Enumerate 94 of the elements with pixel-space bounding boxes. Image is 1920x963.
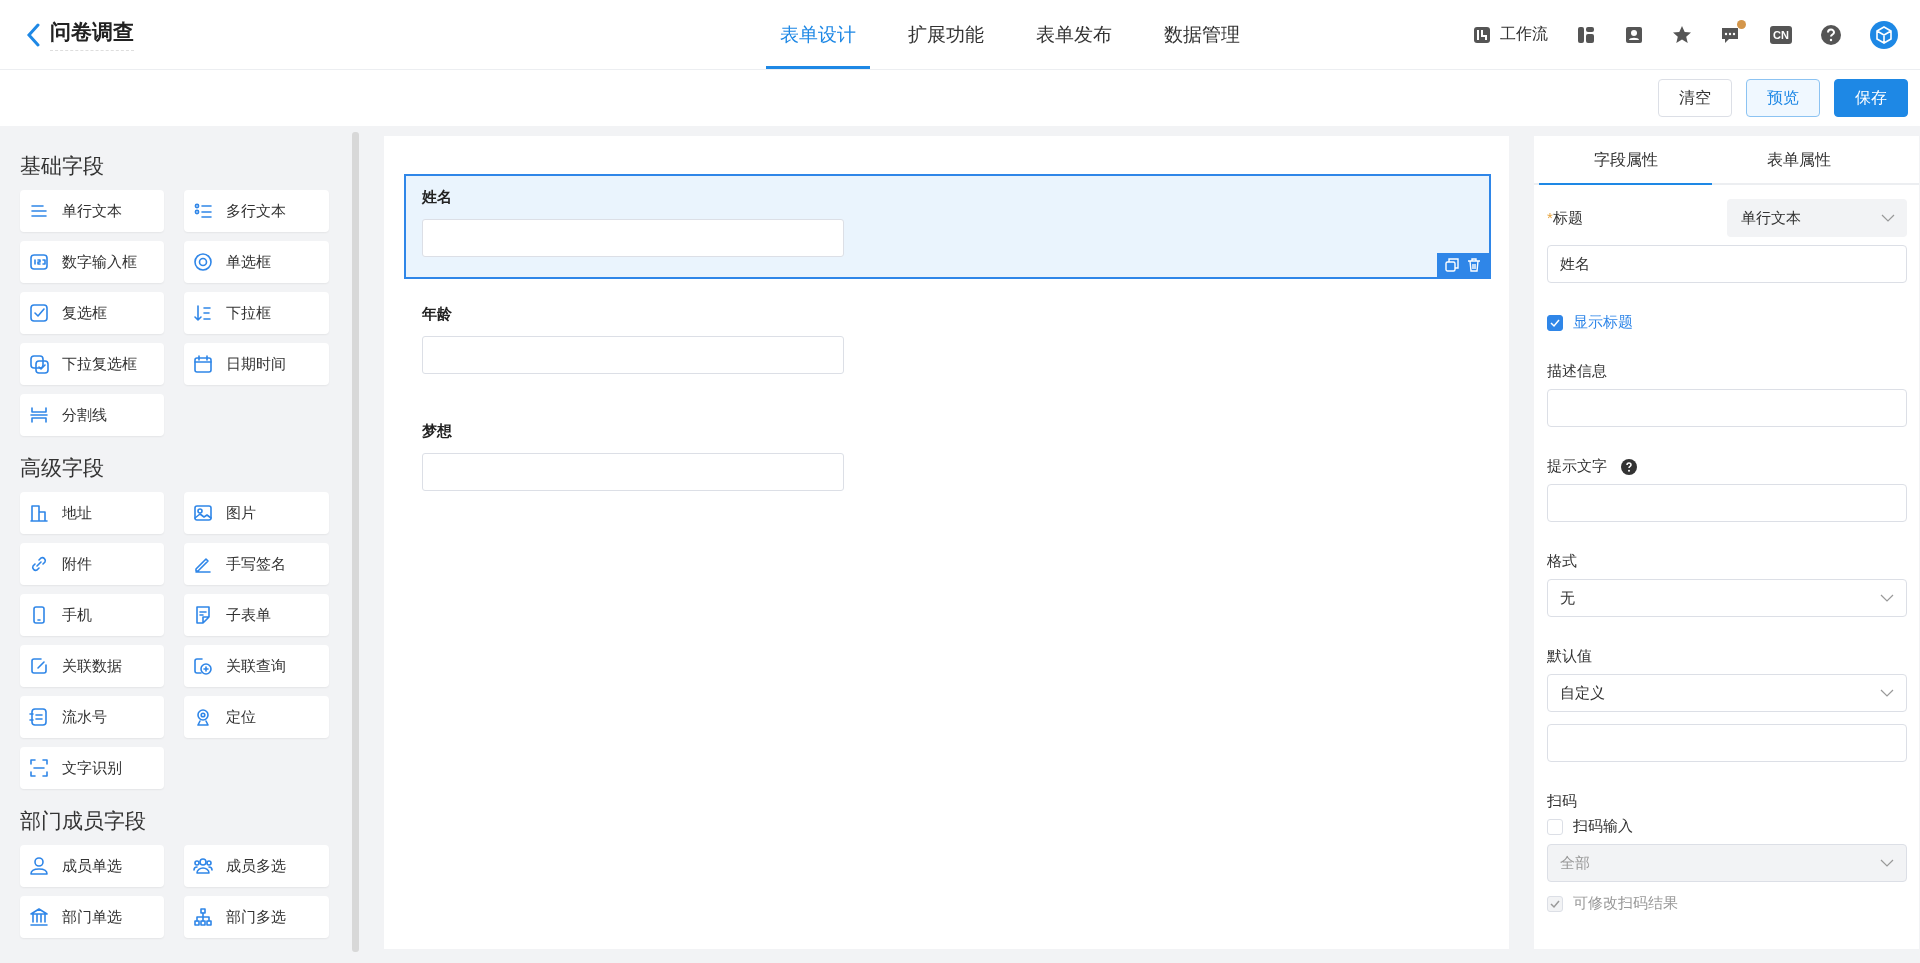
field-label: 扫码 bbox=[1547, 792, 1578, 811]
field-type-item[interactable]: 定位 bbox=[184, 696, 329, 738]
text-input-field[interactable] bbox=[422, 219, 844, 257]
field-type-item[interactable]: 关联查询 bbox=[184, 645, 329, 687]
field-type-item[interactable]: 部门单选 bbox=[20, 896, 164, 938]
description-input-field[interactable] bbox=[1547, 389, 1907, 427]
number-box-icon bbox=[28, 251, 50, 273]
chevron-down-icon bbox=[1880, 689, 1894, 697]
field-label: 描述信息 bbox=[1547, 362, 1608, 381]
field-type-item[interactable]: 部门多选 bbox=[184, 896, 329, 938]
property-tab[interactable]: 表单属性 bbox=[1712, 136, 1885, 185]
field-label: 提示文字 bbox=[1547, 457, 1607, 476]
form-field[interactable]: 姓名 bbox=[404, 174, 1491, 279]
users-icon bbox=[192, 855, 214, 877]
hint-input-field[interactable] bbox=[1547, 484, 1907, 522]
default-value-input-field[interactable] bbox=[1547, 724, 1907, 762]
copy-icon[interactable] bbox=[1445, 258, 1459, 272]
format-dropdown[interactable]: 无 bbox=[1547, 579, 1907, 617]
sort-icon bbox=[192, 302, 214, 324]
field-type-item[interactable]: 成员多选 bbox=[184, 845, 329, 887]
field-label: 默认值 bbox=[1547, 647, 1593, 666]
nav-tab[interactable]: 扩展功能 bbox=[894, 0, 998, 69]
workflow-link[interactable]: 工作流 bbox=[1472, 24, 1549, 45]
help-icon[interactable] bbox=[1820, 23, 1842, 46]
field-type-dropdown[interactable]: 单行文本 bbox=[1727, 199, 1907, 237]
org-chart-icon bbox=[192, 906, 214, 928]
cube-avatar-icon[interactable] bbox=[1870, 20, 1898, 49]
field-type-item[interactable]: 下拉复选框 bbox=[20, 343, 164, 385]
field-type-item[interactable]: 数字输入框 bbox=[20, 241, 164, 283]
field-type-item[interactable]: 流水号 bbox=[20, 696, 164, 738]
field-type-item[interactable]: 文字识别 bbox=[20, 747, 164, 789]
section-title: 基础字段 bbox=[20, 153, 105, 179]
star-icon[interactable] bbox=[1672, 24, 1693, 45]
title-input-field[interactable]: 姓名 bbox=[1547, 245, 1907, 283]
toolbar-button[interactable]: 清空 bbox=[1658, 79, 1732, 117]
back-icon[interactable] bbox=[26, 22, 40, 47]
divider-icon bbox=[28, 404, 50, 426]
workflow-icon bbox=[1472, 24, 1493, 45]
field-type-item[interactable]: 手机 bbox=[20, 594, 164, 636]
toolbar-button[interactable]: 保存 bbox=[1834, 79, 1908, 117]
section-title: 高级字段 bbox=[20, 455, 105, 481]
field-type-item[interactable]: 多行文本 bbox=[184, 190, 329, 232]
field-label: 姓名 bbox=[422, 188, 453, 207]
nav-tab[interactable]: 表单发布 bbox=[1022, 0, 1126, 69]
property-tab[interactable]: 字段属性 bbox=[1539, 136, 1712, 185]
multi-checkbox-icon bbox=[28, 353, 50, 375]
text-input-field[interactable] bbox=[422, 336, 844, 374]
field-type-item[interactable]: 复选框 bbox=[20, 292, 164, 334]
checkmark-icon bbox=[1550, 317, 1560, 328]
bank-icon bbox=[28, 906, 50, 928]
help-icon[interactable] bbox=[1621, 458, 1637, 475]
show-title-checkbox[interactable]: 显示标题 bbox=[1547, 313, 1907, 332]
field-type-item[interactable]: 成员单选 bbox=[20, 845, 164, 887]
ocr-scan-icon bbox=[28, 757, 50, 779]
chevron-down-icon bbox=[1880, 859, 1894, 867]
nav-tab[interactable]: 数据管理 bbox=[1150, 0, 1254, 69]
default-value-dropdown[interactable]: 自定义 bbox=[1547, 674, 1907, 712]
numbered-document-icon bbox=[28, 706, 50, 728]
form-field[interactable]: 年龄 bbox=[404, 291, 1491, 396]
field-type-item[interactable]: 手写签名 bbox=[184, 543, 329, 585]
field-label: 梦想 bbox=[422, 422, 453, 441]
field-label: 格式 bbox=[1547, 552, 1578, 571]
trash-icon[interactable] bbox=[1467, 258, 1481, 272]
field-type-item[interactable]: 单选框 bbox=[184, 241, 329, 283]
field-type-item[interactable]: 图片 bbox=[184, 492, 329, 534]
scrollbar[interactable] bbox=[352, 132, 359, 952]
chevron-down-icon bbox=[1881, 214, 1895, 222]
field-type-item[interactable]: 下拉框 bbox=[184, 292, 329, 334]
user-icon bbox=[28, 855, 50, 877]
field-type-item[interactable]: 分割线 bbox=[20, 394, 164, 436]
building-icon bbox=[28, 502, 50, 524]
checkbox-icon bbox=[28, 302, 50, 324]
layout-icon[interactable] bbox=[1576, 24, 1597, 45]
field-type-item[interactable]: 地址 bbox=[20, 492, 164, 534]
field-type-item[interactable]: 关联数据 bbox=[20, 645, 164, 687]
field-type-item[interactable]: 子表单 bbox=[184, 594, 329, 636]
field-label: *标题 bbox=[1547, 208, 1583, 228]
field-type-item[interactable]: 日期时间 bbox=[184, 343, 329, 385]
section-title: 部门成员字段 bbox=[20, 808, 147, 834]
form-field[interactable]: 梦想 bbox=[404, 408, 1491, 513]
contacts-icon[interactable] bbox=[1624, 24, 1645, 45]
scan-input-checkbox[interactable]: 扫码输入 bbox=[1547, 817, 1907, 836]
image-icon bbox=[192, 502, 214, 524]
chevron-down-icon bbox=[1880, 594, 1894, 602]
field-label: 年龄 bbox=[422, 305, 453, 324]
field-type-item[interactable]: 附件 bbox=[20, 543, 164, 585]
radio-icon bbox=[192, 251, 214, 273]
calendar-icon bbox=[192, 353, 214, 375]
language-button[interactable]: CN bbox=[1770, 25, 1792, 44]
app-title: 问卷调查 bbox=[50, 18, 134, 51]
text-input-field[interactable] bbox=[422, 453, 844, 491]
checkmark-icon bbox=[1550, 898, 1560, 909]
toolbar-button[interactable]: 预览 bbox=[1746, 79, 1820, 117]
field-type-item[interactable]: 单行文本 bbox=[20, 190, 164, 232]
